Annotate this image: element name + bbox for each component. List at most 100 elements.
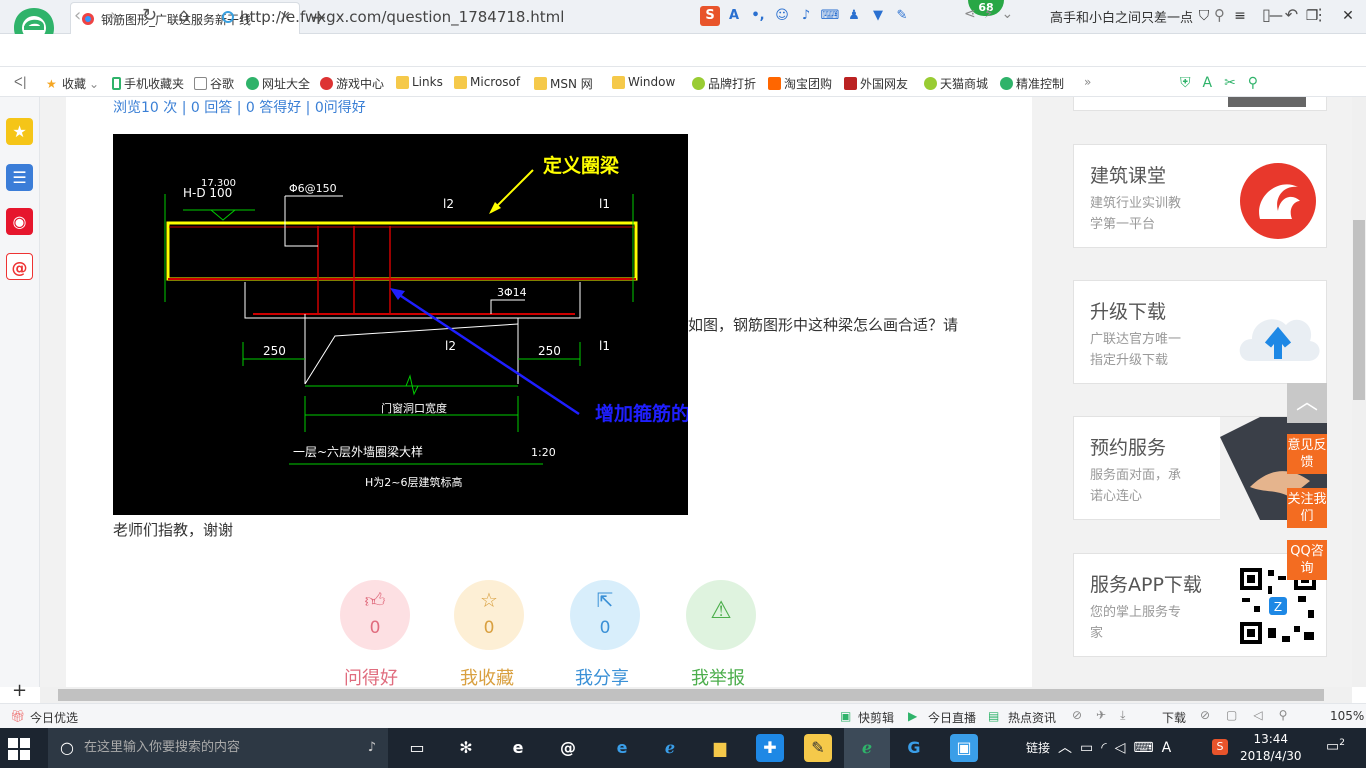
question-text: 如图，钢筋图形中这种梁怎么画合适？请 <box>688 316 959 334</box>
mail-icon[interactable]: @ <box>6 253 33 280</box>
drawing-subtitle: H为2~6层建筑标高 <box>365 475 463 489</box>
add-sidebar-button[interactable]: + <box>12 680 27 701</box>
bookmark-item[interactable]: 精准控制 <box>1000 75 1064 92</box>
task-view-icon[interactable]: ▭ <box>403 734 431 762</box>
status-tools-icon[interactable]: ⊘✈⤓ <box>1072 708 1139 723</box>
question-text-continued: 老师们指教，谢谢 <box>113 521 234 539</box>
weibo-icon[interactable]: ◉ <box>6 208 33 235</box>
good-question-button[interactable]: 👍︎ 0 <box>340 580 410 650</box>
bookmark-item[interactable]: 天猫商城 <box>924 75 988 92</box>
bookmark-item[interactable]: 品牌打折 <box>692 75 756 92</box>
drawing-mark: l1 <box>599 339 610 353</box>
status-item[interactable]: 快剪辑 <box>858 709 894 726</box>
share-button[interactable]: ⇱ 0 <box>570 580 640 650</box>
forward-button[interactable]: › <box>110 5 117 26</box>
bookmark-item[interactable]: 外国网友 <box>844 75 908 92</box>
bookmark-item[interactable]: Microsof <box>454 75 520 89</box>
back-to-top-button[interactable]: ︿ <box>1287 383 1327 423</box>
share-icon: ⇱ <box>596 588 614 612</box>
drawing-mark: l1 <box>599 197 610 211</box>
app-plus-icon[interactable]: ✚ <box>756 734 784 762</box>
system-tray-icons[interactable]: ︿▭◜◁⌨A <box>1058 737 1179 757</box>
sidebar-toggle-icon[interactable]: ᐸ| <box>14 75 27 89</box>
folder-icon <box>454 75 467 89</box>
question-stats[interactable]: 浏览10 次 | 0 回答 | 0 答得好 | 0问得好 <box>113 97 366 117</box>
home-button[interactable]: ⌂ <box>178 5 189 26</box>
edge-e-icon[interactable]: e <box>504 734 532 762</box>
back-button[interactable]: ‹ <box>74 5 81 26</box>
microphone-icon[interactable]: ♪ <box>368 728 376 768</box>
vertical-scroll-thumb[interactable] <box>1353 220 1365 400</box>
bookmark-item[interactable]: Links <box>396 75 443 89</box>
refresh-button[interactable]: ↻ <box>142 5 157 26</box>
notification-center-icon[interactable]: ▭2 <box>1326 738 1345 755</box>
star-icon: ☆ <box>480 588 498 612</box>
status-item[interactable]: 下载 <box>1162 709 1186 726</box>
horizontal-scroll-thumb[interactable] <box>58 689 1324 701</box>
page-icon <box>194 77 207 90</box>
drawing-dim-right: 250 <box>538 344 561 358</box>
address-tools[interactable]: ⋖⚡⌄ <box>964 6 1021 22</box>
list-icon[interactable]: ☰ <box>6 164 33 191</box>
flag-icon <box>844 77 857 90</box>
pinwheel-icon[interactable]: ✻ <box>452 734 480 762</box>
g-app-icon[interactable]: G <box>900 734 928 762</box>
bookmark-item[interactable]: ★ 收藏 ⌄ <box>46 75 99 92</box>
drawing-opening: 门窗洞口宽度 <box>381 401 447 415</box>
report-button[interactable]: ⚠ <box>686 580 756 650</box>
sogou-tray-icon[interactable]: S <box>1212 739 1228 755</box>
favorites-star-icon[interactable]: ★ <box>6 118 33 145</box>
image-app-icon[interactable]: ▣ <box>950 734 978 762</box>
bookmark-item[interactable]: 游戏中心 <box>320 75 384 92</box>
leaf-icon <box>924 77 937 90</box>
menu-icon[interactable]: ≡ <box>1222 0 1258 32</box>
question-image[interactable]: 17.300 H-D 100 Φ6@150 l2 l1 3Φ14 l2 l1 2… <box>113 134 688 515</box>
bookmark-item[interactable]: 网址大全 <box>246 75 310 92</box>
card-upgrade-download[interactable]: 升级下载 广联达官方唯一 指定升级下载 <box>1073 280 1327 384</box>
bookmarks-bar: ᐸ| ★ 收藏 ⌄ 手机收藏夹 谷歌 网址大全 游戏中心 Links Microso… <box>0 67 1366 97</box>
status-bar: 🎁︎ 今日优选 ▣ 快剪辑 ▶ 今日直播 ▤ 热点资讯 ⊘✈⤓ 下载 ⊘▢◁⚲ … <box>0 703 1366 728</box>
drawing-stirrup: Φ6@150 <box>289 182 337 195</box>
warning-icon: ⚠ <box>710 596 732 624</box>
active-browser-icon[interactable]: ℯ <box>844 728 890 768</box>
feedback-button[interactable]: 意见反馈 <box>1287 434 1327 474</box>
news-icon: ▤ <box>988 709 1000 723</box>
site-favicon-icon <box>81 12 95 26</box>
status-item[interactable]: 热点资讯 <box>1008 709 1056 726</box>
drawing-scale: 1:20 <box>531 446 556 459</box>
drawing-mark: l2 <box>445 339 456 353</box>
tray-link[interactable]: 链接 <box>1026 739 1050 756</box>
today-picks-link[interactable]: 今日优选 <box>30 709 78 726</box>
search-icon[interactable]: ⚲ <box>1214 6 1225 24</box>
taskbar-search-input[interactable]: ○ 在这里输入你要搜索的内容 ♪ <box>48 728 388 768</box>
status-extra-icons[interactable]: ⊘▢◁⚲ <box>1200 708 1303 722</box>
search-suggestion[interactable]: 高手和小白之间只差一点 <box>1050 7 1193 26</box>
windows-start-icon[interactable] <box>8 738 30 760</box>
taskbar: ○ 在这里输入你要搜索的内容 ♪ ▭ ✻ e @ e ℯ ▆ ✚ ✎ ℯ G ▣… <box>0 728 1366 768</box>
note-blue: 增加箍筋的长度 <box>595 402 688 425</box>
zoom-level[interactable]: 105% <box>1330 709 1364 723</box>
web-icon <box>246 77 259 90</box>
notes-icon[interactable]: ✎ <box>804 734 832 762</box>
extension-icons[interactable]: ⛨A✂⚲ <box>1180 75 1270 91</box>
system-clock[interactable]: 13:44 2018/4/30 <box>1240 731 1302 765</box>
bookmark-item[interactable]: Window <box>612 75 675 89</box>
edge-icon[interactable]: e <box>608 734 636 762</box>
bookmark-item[interactable]: 谷歌 <box>194 75 234 92</box>
card-building-class[interactable]: 建筑课堂 建筑行业实训教 学第一平台 <box>1073 144 1327 248</box>
beam-highlight-box <box>166 221 638 281</box>
favorite-button[interactable]: ☆ 0 <box>454 580 524 650</box>
bookmark-item[interactable]: 淘宝团购 <box>768 75 832 92</box>
qq-consult-button[interactable]: QQ咨询 <box>1287 540 1327 580</box>
folder-icon <box>534 77 547 90</box>
more-bookmarks-icon[interactable]: » <box>1084 75 1091 89</box>
follow-us-button[interactable]: 关注我们 <box>1287 488 1327 528</box>
status-item[interactable]: 今日直播 <box>928 709 976 726</box>
file-explorer-icon[interactable]: ▆ <box>706 734 734 762</box>
ie-icon[interactable]: ℯ <box>656 734 684 762</box>
url-input[interactable]: http://e.fwxgx.com/question_1784718.html <box>222 5 962 29</box>
swirl-icon[interactable]: @ <box>554 734 582 762</box>
right-controls[interactable]: ▯↶⋮ <box>1262 5 1342 24</box>
bookmark-item[interactable]: 手机收藏夹 <box>112 75 184 92</box>
bookmark-item[interactable]: MSN 网 <box>534 75 593 92</box>
